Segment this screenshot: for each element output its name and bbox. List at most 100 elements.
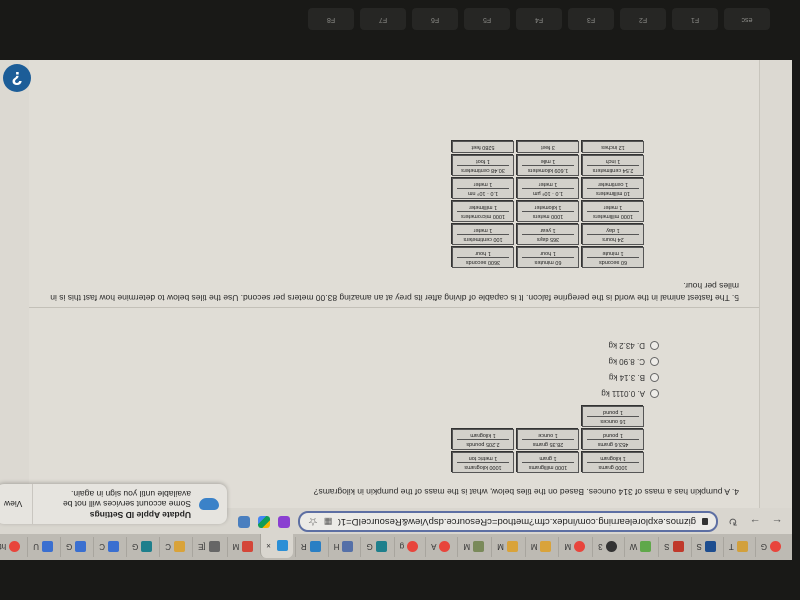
browser-tab[interactable]: G [59, 537, 92, 557]
tile-denominator: 1 metric ton [468, 455, 498, 461]
forward-button[interactable]: → [748, 516, 762, 528]
browser-tab[interactable]: S [690, 537, 721, 557]
browser-tab[interactable]: [E [191, 537, 225, 557]
browser-tab[interactable]: ht [0, 537, 26, 557]
tile-denominator: 1 ounce [538, 432, 558, 438]
gmail-icon [242, 541, 254, 553]
reload-button[interactable]: ↻ [726, 516, 740, 529]
answer-option[interactable]: A. 0.0111 kg [601, 389, 659, 398]
tile-numerator: 60 minutes [522, 257, 574, 267]
browser-tab[interactable]: S [658, 537, 689, 557]
conversion-tile[interactable]: 1.0 · 10⁹ nm 1 meter [452, 178, 514, 199]
google-drive-icon[interactable] [258, 516, 270, 528]
browser-tab[interactable]: C [159, 537, 190, 557]
qr-code-icon[interactable]: ▦ [324, 517, 333, 528]
conversion-tile[interactable]: 60 seconds 1 minute [582, 247, 644, 268]
browser-tab[interactable]: U [27, 537, 58, 557]
conversion-tile[interactable]: 5280 feet [452, 141, 514, 153]
browser-tab[interactable]: A [425, 537, 456, 557]
conversion-tile[interactable]: 12 inches [582, 141, 644, 153]
extension-icon[interactable] [278, 516, 290, 528]
doc-icon [75, 541, 87, 553]
conversion-tile[interactable]: 1.609 kilometers 1 mile [517, 155, 579, 176]
close-x-icon [672, 541, 684, 553]
conversion-tile[interactable]: 2.205 pounds 1 kilogram [452, 429, 514, 450]
conversion-tile[interactable]: 1.0 · 10⁶ µm 1 meter [517, 178, 579, 199]
keyboard-key: F7 [360, 8, 406, 30]
tile-numerator: 3600 seconds [457, 257, 509, 267]
browser-tab[interactable]: H [327, 537, 359, 557]
question-5-text: 5. The fastest animal in the world is th… [50, 281, 739, 303]
tile-denominator: 1 meter [538, 181, 558, 187]
tile-denominator: 1 foot [476, 158, 490, 164]
radio-button[interactable] [650, 389, 659, 398]
tile-denominator: 1 hour [475, 250, 491, 256]
conversion-tile[interactable]: 1000 millimeters 1 meter [582, 201, 644, 222]
browser-tab[interactable]: g [393, 537, 424, 557]
conversion-tile[interactable]: 10 millimeters 1 centimeter [582, 178, 644, 199]
conversion-tile[interactable]: 2.54 centimeters 1 inch [582, 155, 644, 176]
conversion-tile[interactable]: 24 hours 1 day [582, 224, 644, 245]
answer-option[interactable]: B. 3.14 kg [609, 373, 659, 382]
browser-tab[interactable]: M [226, 537, 259, 557]
keyboard: esc F1 F2 F3 F4 F5 F6 F7 F8 [0, 0, 800, 40]
browser-tab[interactable]: C [93, 537, 124, 557]
address-bar[interactable]: gizmos.explorelearning.com/index.cfm?met… [298, 511, 718, 533]
answer-option[interactable]: D. 43.2 kg [609, 341, 659, 350]
browser-tab[interactable]: G [125, 537, 158, 557]
keyboard-key: F8 [308, 8, 354, 30]
form-icon [375, 541, 387, 553]
back-button[interactable]: ← [770, 516, 784, 528]
browser-tab[interactable]: G [360, 537, 392, 557]
notification-body: Some account services will not be availa… [62, 488, 191, 510]
browser-tab[interactable]: × [260, 534, 293, 558]
browser-tab[interactable]: T [722, 537, 753, 557]
screen-capture-icon[interactable] [238, 516, 250, 528]
conversion-tile[interactable]: 30.48 centimeters 1 foot [452, 155, 514, 176]
answer-option[interactable]: C. 8.90 kg [609, 357, 659, 366]
notification-view-button[interactable]: View [4, 484, 34, 524]
conversion-tile[interactable]: 60 minutes 1 hour [517, 247, 579, 268]
keyboard-key: F2 [620, 8, 666, 30]
conversion-tile[interactable]: 3600 seconds 1 hour [452, 247, 514, 268]
tile-numerator: 2.205 pounds [457, 439, 509, 449]
tile-denominator: 1 day [606, 227, 620, 233]
tile-numerator: 3 feet [541, 144, 555, 150]
help-button[interactable]: ? [3, 64, 31, 92]
browser-tab[interactable]: G [754, 537, 786, 557]
radio-button[interactable] [650, 373, 659, 382]
tab-label: H [333, 542, 340, 552]
tab-label: g [399, 542, 405, 552]
url-text: gizmos.explorelearning.com/index.cfm?met… [338, 516, 696, 528]
tile-denominator: 1 kilometer [534, 204, 562, 210]
lock-icon [702, 518, 708, 526]
bookmark-star-icon[interactable]: ☆ [308, 516, 318, 529]
conversion-tile[interactable]: 1000 grams 1 kilogram [582, 452, 644, 473]
tile-numerator: 453.6 grams [587, 439, 639, 449]
conversion-tile[interactable]: 1000 meters 1 kilometer [517, 201, 579, 222]
conversion-tile[interactable]: 16 ounces 1 pound [582, 406, 644, 427]
conversion-tile[interactable]: 1000 kilograms 1 metric ton [452, 452, 514, 473]
tile-denominator: 1 kilogram [600, 455, 626, 461]
tile-numerator: 24 hours [587, 234, 639, 244]
browser-tab[interactable]: W [623, 537, 657, 557]
conversion-tile[interactable]: 453.6 grams 1 pound [582, 429, 644, 450]
tab-label: ht [0, 542, 7, 552]
browser-tab[interactable]: R [294, 537, 326, 557]
browser-tab[interactable]: M [457, 537, 490, 557]
conversion-tile[interactable]: 3 feet [517, 141, 579, 153]
conversion-tile[interactable]: 1000 micrometers 1 millimeter [452, 201, 514, 222]
close-tab-icon[interactable]: × [266, 542, 271, 551]
conversion-tile[interactable]: 1000 milligrams 1 gram [517, 452, 579, 473]
radio-button[interactable] [650, 341, 659, 350]
conversion-tile[interactable]: 365 days 1 year [517, 224, 579, 245]
browser-tab[interactable]: 3 [592, 537, 622, 557]
keyboard-key: F6 [412, 8, 458, 30]
browser-tab[interactable]: M [491, 537, 523, 557]
browser-tab[interactable]: M [558, 537, 591, 557]
tile-numerator: 1.0 · 10⁹ nm [457, 188, 509, 198]
browser-tab[interactable]: M [524, 537, 557, 557]
conversion-tile[interactable]: 28.35 grams 1 ounce [517, 429, 579, 450]
radio-button[interactable] [650, 357, 659, 366]
conversion-tile[interactable]: 100 centimeters 1 meter [452, 224, 514, 245]
